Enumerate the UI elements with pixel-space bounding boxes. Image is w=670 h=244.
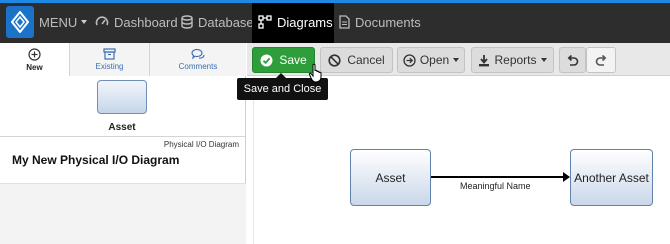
nav-database[interactable]: Database	[181, 11, 254, 33]
save-button-label: Save	[279, 53, 307, 67]
node-label: Another Asset	[574, 170, 649, 185]
reports-button-label: Reports	[494, 53, 537, 67]
undo-button[interactable]	[559, 47, 586, 73]
connector-label[interactable]: Meaningful Name	[460, 181, 531, 191]
tab-comments-label: Comments	[178, 62, 218, 71]
open-dropdown-button[interactable]: Open	[397, 47, 465, 73]
document-icon	[339, 15, 350, 29]
save-button[interactable]: Save	[252, 47, 315, 73]
chevron-down-icon	[81, 20, 88, 24]
speedometer-icon	[95, 16, 109, 26]
tab-comments[interactable]: Comments	[150, 43, 246, 76]
canvas-guide-line	[253, 77, 254, 244]
comments-icon	[191, 48, 205, 60]
app-logo[interactable]	[6, 6, 34, 38]
palette-asset-shape[interactable]	[97, 80, 147, 114]
nav-documents-label: Documents	[355, 14, 421, 30]
plus-circle-icon	[28, 47, 41, 61]
panel-empty-area	[0, 183, 246, 244]
download-icon	[479, 54, 490, 66]
tab-new[interactable]: New	[0, 43, 70, 76]
nav-diagrams[interactable]: Diagrams	[252, 3, 334, 43]
diagram-connector[interactable]	[431, 176, 565, 178]
reports-dropdown-button[interactable]: Reports	[471, 47, 554, 73]
open-button-label: Open	[419, 53, 450, 67]
top-accent-stripe	[0, 0, 670, 3]
nav-dashboard-label: Dashboard	[114, 14, 178, 30]
check-circle-icon	[260, 54, 273, 66]
diagram-icon	[258, 15, 272, 29]
palette-asset-label: Asset	[108, 122, 136, 133]
tab-existing[interactable]: Existing	[70, 43, 150, 76]
redo-button[interactable]	[586, 47, 616, 73]
open-arrow-icon	[403, 53, 416, 67]
left-panel: New Existing Comments Asset Physical I/O…	[0, 43, 246, 244]
panel-divider	[0, 136, 246, 137]
tooltip-text: Save and Close	[243, 83, 322, 95]
cancel-button[interactable]: Cancel	[320, 47, 393, 73]
chevron-down-icon	[453, 58, 460, 62]
undo-icon	[567, 54, 579, 66]
left-panel-tabs: New Existing Comments	[0, 43, 246, 76]
cancel-button-label: Cancel	[347, 53, 385, 67]
menu-label: MENU	[39, 14, 78, 30]
chevron-down-icon	[540, 58, 547, 62]
node-label: Asset	[375, 170, 406, 185]
nav-documents[interactable]: Documents	[339, 11, 421, 33]
database-icon	[181, 15, 193, 29]
archive-icon	[103, 48, 116, 60]
tab-existing-label: Existing	[95, 62, 124, 71]
tab-new-label: New	[26, 62, 43, 72]
nav-dashboard[interactable]: Dashboard	[95, 11, 178, 33]
diagram-node-asset[interactable]: Asset	[350, 149, 431, 206]
menu-dropdown[interactable]: MENU	[39, 11, 88, 33]
diagram-type-label: Physical I/O Diagram	[163, 140, 239, 149]
nav-database-label: Database	[198, 14, 254, 30]
diagram-node-another-asset[interactable]: Another Asset	[570, 149, 653, 206]
diagram-name[interactable]: My New Physical I/O Diagram	[12, 153, 179, 167]
arrowhead-icon	[563, 172, 570, 182]
nav-diagrams-label: Diagrams	[277, 14, 333, 30]
ban-icon	[328, 53, 341, 67]
hand-cursor-icon	[308, 63, 322, 83]
logo-icon	[11, 11, 29, 33]
redo-icon	[595, 54, 606, 66]
top-navigation-bar: MENU Dashboard Database Diagrams Documen…	[0, 0, 670, 43]
